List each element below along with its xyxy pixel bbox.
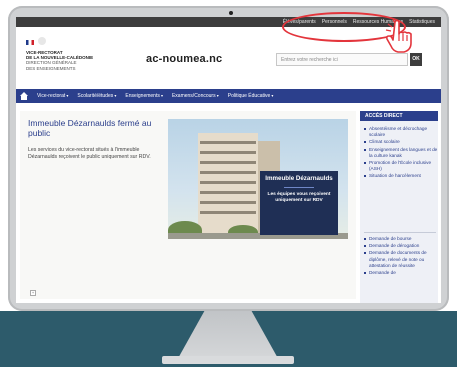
main-navigation: Vice-rectorat Scolarité/études Enseignem… xyxy=(16,89,441,103)
window-band xyxy=(200,211,256,214)
announcement-card: Immeuble Dézarnaulds Les équipes vous re… xyxy=(260,171,338,235)
sidebar-divider xyxy=(364,232,436,233)
webcam-icon xyxy=(229,11,233,15)
window-band xyxy=(200,181,256,184)
nav-item-politique-educative[interactable]: Politique Éducative xyxy=(228,93,274,99)
card-title: Immeuble Dézarnaulds xyxy=(265,175,333,182)
window-band xyxy=(200,171,256,174)
nav-item-examens[interactable]: Examens/Concours xyxy=(172,93,219,99)
window-band xyxy=(200,201,256,204)
sidebar-link[interactable]: Demande de dérogation xyxy=(364,243,438,249)
sidebar-link[interactable]: Enseignement des langues et de la cultur… xyxy=(364,147,438,159)
org-line: DES ENSEIGNEMENTS xyxy=(26,65,76,71)
nav-item-enseignements[interactable]: Enseignements xyxy=(125,93,163,99)
window-band xyxy=(200,161,256,164)
sidebar-link[interactable]: Promotion de l'École inclusive (ASH) xyxy=(364,160,438,172)
sidebar-link[interactable]: Climat scolaire xyxy=(364,139,438,145)
expand-toggle[interactable]: + xyxy=(30,290,36,296)
sidebar-link[interactable]: Demande de bourse xyxy=(364,236,438,242)
sidebar-title: ACCÈS DIRECT xyxy=(360,111,438,121)
search-button[interactable]: OK xyxy=(410,53,422,66)
window-band xyxy=(200,141,256,144)
nav-item-scolarite[interactable]: Scolarité/études xyxy=(77,93,116,99)
monitor-stand-base xyxy=(162,356,294,364)
home-icon[interactable] xyxy=(20,92,28,100)
sidebar-links-bottom: Demande de bourse Demande de dérogation … xyxy=(364,236,438,277)
site-name[interactable]: ac-noumea.nc xyxy=(146,53,222,65)
sidebar-link[interactable]: Situation de harcèlement xyxy=(364,173,438,179)
window-band xyxy=(200,151,256,154)
monitor-illustration: Élèves/parents Personnels Ressources Hum… xyxy=(0,0,457,367)
pointing-hand-icon xyxy=(385,18,412,53)
card-text: Les équipes vous reçoivent uniquement su… xyxy=(267,192,331,203)
republic-logo[interactable] xyxy=(26,37,46,45)
nav-item-vice-rectorat[interactable]: Vice-rectorat xyxy=(37,93,68,99)
building-shape xyxy=(198,133,258,235)
news-image[interactable]: Immeuble Dézarnaulds Les équipes vous re… xyxy=(168,119,348,239)
sidebar-link[interactable]: Absentéisme et décrochage scolaire xyxy=(364,126,438,138)
sidebar-link[interactable]: Demande de documents de diplôme, relevé … xyxy=(364,250,438,269)
flag-icon xyxy=(26,40,34,45)
news-body: Les services du vice-rectorat situés à l… xyxy=(28,147,151,160)
sidebar-links-top: Absentéisme et décrochage scolaire Clima… xyxy=(364,126,438,181)
news-title[interactable]: Immeuble Dézarnaulds fermé au public xyxy=(28,118,156,138)
window-band xyxy=(200,191,256,194)
card-divider xyxy=(284,187,314,188)
organisation-name: VICE-RECTORAT DE LA NOUVELLE-CALÉDONIE D… xyxy=(26,50,93,71)
sidebar-link[interactable]: Demande de xyxy=(364,270,438,276)
search-input[interactable]: Entrez votre recherche ici xyxy=(276,53,408,66)
seal-icon xyxy=(38,37,46,45)
